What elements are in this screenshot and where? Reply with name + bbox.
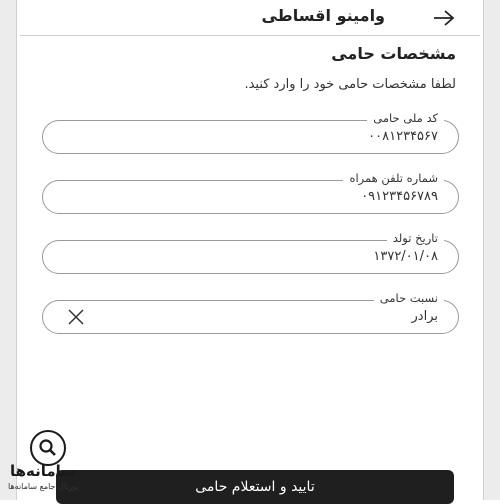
section-title: مشخصات حامی: [331, 44, 456, 63]
logo-circle: [30, 430, 66, 466]
magnifier-icon: [39, 439, 56, 456]
mobile-number-label: شماره تلفن همراه: [343, 171, 444, 185]
confirm-inquiry-button[interactable]: تایید و استعلام حامی: [56, 470, 454, 504]
birth-date-value: ۱۳۷۲/۰۱/۰۸: [373, 249, 438, 264]
logo-subtitle: پورتال جامع سامانه‌ها: [8, 482, 79, 491]
national-id-label: کد ملی حامی: [367, 111, 444, 125]
app-header: وامینو اقساطی: [0, 0, 500, 36]
relationship-value: برادر: [411, 309, 438, 324]
national-id-value: ۰۰۸۱۲۳۴۵۶۷: [368, 129, 438, 144]
arrow-right-icon[interactable]: [432, 8, 456, 28]
national-id-field[interactable]: کد ملی حامی ۰۰۸۱۲۳۴۵۶۷: [42, 111, 459, 154]
instructions-text: لطفا مشخصات حامی خود را وارد کنید.: [244, 77, 456, 92]
header-divider: [20, 35, 480, 36]
right-margin: [484, 0, 500, 500]
app-screen: وامینو اقساطی مشخصات حامی لطفا مشخصات حا…: [0, 0, 500, 504]
right-divider: [483, 0, 484, 500]
close-icon[interactable]: [67, 308, 85, 326]
left-divider: [16, 0, 17, 500]
birth-date-label: تاریخ تولد: [386, 231, 444, 245]
relationship-select[interactable]: نسبت حامی برادر: [42, 291, 459, 334]
birth-date-field[interactable]: تاریخ تولد ۱۳۷۲/۰۱/۰۸: [42, 231, 459, 274]
mobile-number-field[interactable]: شماره تلفن همراه ۰۹۱۲۳۴۵۶۷۸۹: [42, 171, 459, 214]
confirm-button-label: تایید و استعلام حامی: [195, 479, 315, 495]
mobile-number-value: ۰۹۱۲۳۴۵۶۷۸۹: [361, 189, 438, 204]
relationship-label: نسبت حامی: [373, 291, 444, 305]
logo-name: سامانه‌ها: [10, 462, 77, 480]
page-title: وامینو اقساطی: [261, 6, 385, 25]
watermark-logo: سامانه‌ها پورتال جامع سامانه‌ها: [4, 430, 92, 498]
left-margin: [0, 0, 16, 500]
